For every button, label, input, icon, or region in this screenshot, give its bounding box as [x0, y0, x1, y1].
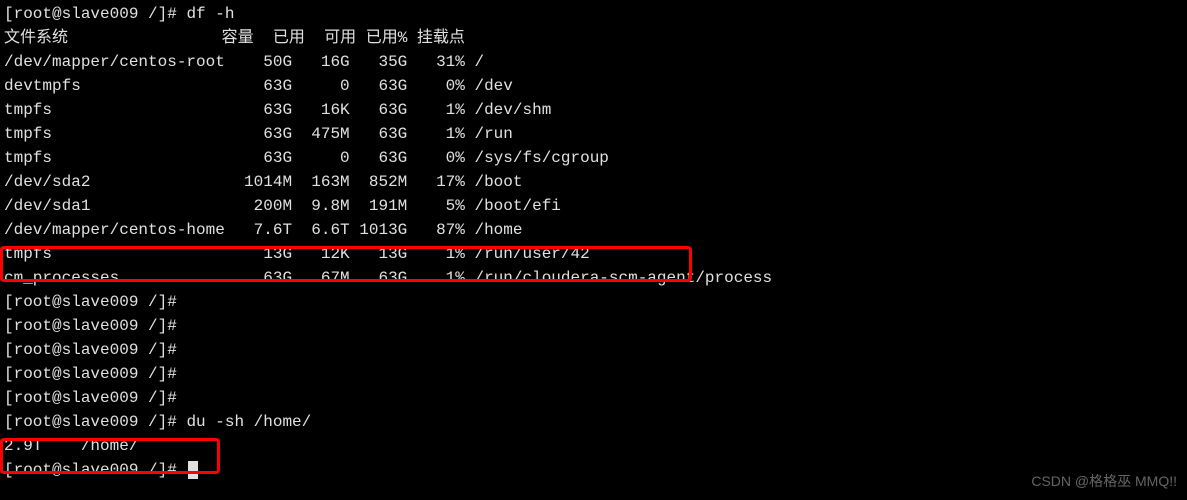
prompt: [root@slave009 /]#: [4, 5, 177, 23]
df-row: tmpfs 13G 12K 13G 1% /run/user/42: [4, 242, 1183, 266]
df-row: tmpfs 63G 475M 63G 1% /run: [4, 122, 1183, 146]
hdr-used: 已用: [273, 29, 305, 47]
prompt-empty-5: [root@slave009 /]#: [4, 386, 1183, 410]
df-row: tmpfs 63G 0 63G 0% /sys/fs/cgroup: [4, 146, 1183, 170]
hdr-mount: 挂载点: [417, 29, 465, 47]
df-row: devtmpfs 63G 0 63G 0% /dev: [4, 74, 1183, 98]
df-row: /dev/sda2 1014M 163M 852M 17% /boot: [4, 170, 1183, 194]
watermark-text: CSDN @格格巫 MMQ!!: [1031, 471, 1177, 492]
hdr-size: 容量: [222, 29, 254, 47]
command-df: df -h: [186, 5, 234, 23]
prompt-line-du: [root@slave009 /]# du -sh /home/: [4, 410, 1183, 434]
cursor-icon[interactable]: [188, 461, 198, 479]
df-row: tmpfs 63G 16K 63G 1% /dev/shm: [4, 98, 1183, 122]
du-path: /home/: [81, 437, 139, 455]
du-output: 2.9T /home/: [4, 434, 1183, 458]
df-header: 文件系统 容量 已用 可用 已用% 挂载点: [4, 26, 1183, 50]
df-output-rows: /dev/mapper/centos-root 50G 16G 35G 31% …: [4, 50, 1183, 290]
du-size: 2.9T: [4, 437, 42, 455]
hdr-avail: 可用: [324, 29, 356, 47]
hdr-pct: 已用%: [366, 29, 408, 47]
prompt-empty-2: [root@slave009 /]#: [4, 314, 1183, 338]
df-row: cm_processes 63G 67M 63G 1% /run/clouder…: [4, 266, 1183, 290]
prompt-empty-4: [root@slave009 /]#: [4, 362, 1183, 386]
prompt-empty-3: [root@slave009 /]#: [4, 338, 1183, 362]
prompt-empty-1: [root@slave009 /]#: [4, 290, 1183, 314]
prompt-final: [root@slave009 /]#: [4, 458, 1183, 482]
command-du: du -sh /home/: [186, 413, 311, 431]
hdr-fs: 文件系统: [4, 29, 68, 47]
df-row: /dev/mapper/centos-home 7.6T 6.6T 1013G …: [4, 218, 1183, 242]
prompt-line-df: [root@slave009 /]# df -h: [4, 2, 1183, 26]
df-row: /dev/sda1 200M 9.8M 191M 5% /boot/efi: [4, 194, 1183, 218]
df-row: /dev/mapper/centos-root 50G 16G 35G 31% …: [4, 50, 1183, 74]
